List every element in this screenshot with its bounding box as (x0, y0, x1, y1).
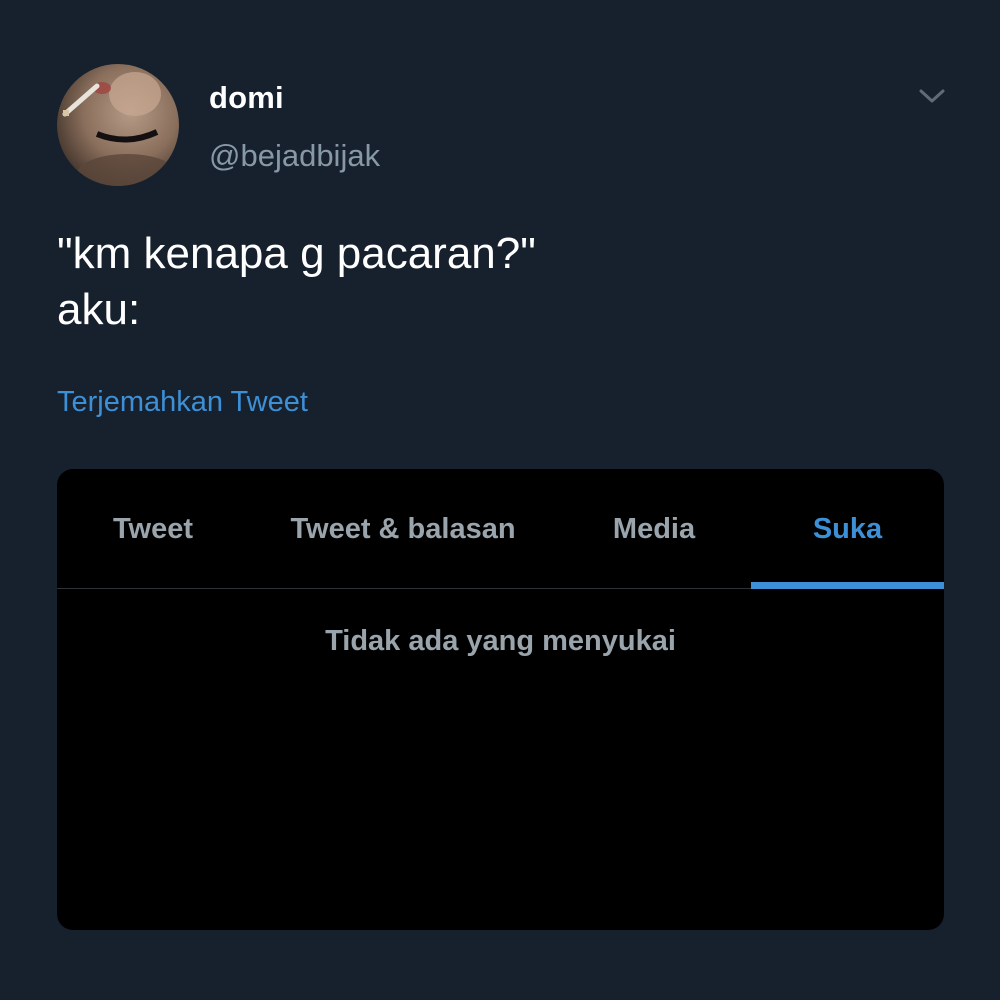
tweet: domi @bejadbijak "km kenapa g pacaran?" … (0, 0, 1000, 1000)
profile-tabs: Tweet Tweet & balasan Media Suka (57, 469, 944, 589)
tab-tweet-and-replies[interactable]: Tweet & balasan (249, 469, 557, 589)
empty-state-message: Tidak ada yang menyukai (325, 625, 676, 657)
translate-tweet-link[interactable]: Terjemahkan Tweet (57, 386, 308, 419)
display-name[interactable]: domi (209, 80, 284, 116)
tab-likes[interactable]: Suka (751, 469, 944, 589)
avatar[interactable] (57, 64, 179, 186)
tweet-text: "km kenapa g pacaran?" aku: (57, 229, 536, 334)
selected-tab-indicator (751, 582, 944, 589)
username-handle[interactable]: @bejadbijak (209, 138, 380, 174)
embedded-profile-card: Tweet Tweet & balasan Media Suka Tidak a… (57, 469, 944, 930)
avatar-photo (62, 72, 177, 186)
chevron-down-icon[interactable] (915, 84, 949, 108)
tab-media[interactable]: Media (557, 469, 751, 589)
tab-tweet[interactable]: Tweet (57, 469, 249, 589)
